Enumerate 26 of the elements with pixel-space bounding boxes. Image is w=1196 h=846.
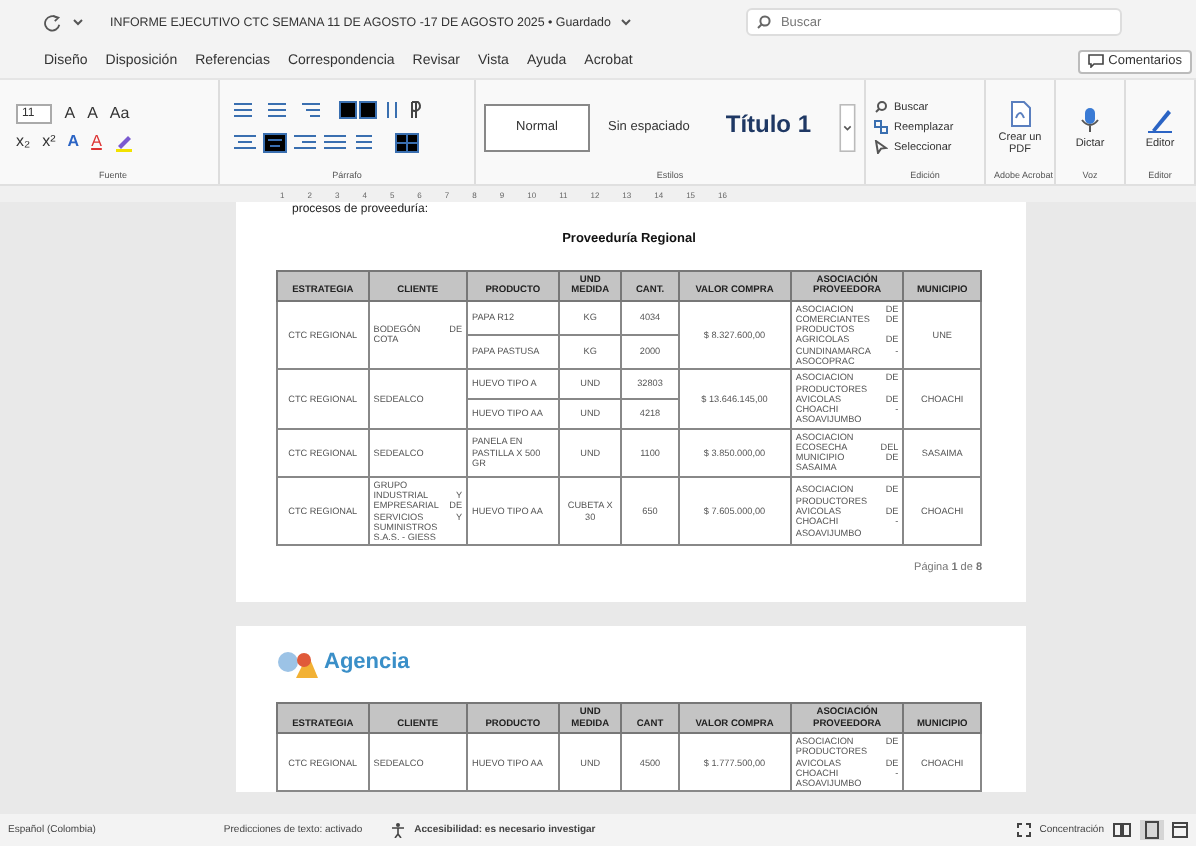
font-tool[interactable]: Aa <box>109 104 130 122</box>
redo-icon[interactable] <box>44 13 62 31</box>
font-tool[interactable]: A <box>91 132 102 150</box>
search-icon <box>874 100 888 114</box>
logo-text: Agencia <box>324 650 410 675</box>
highlighter-icon[interactable] <box>113 131 134 151</box>
print-layout-icon[interactable] <box>1140 820 1164 840</box>
comment-icon <box>1088 54 1105 68</box>
font-tool[interactable]: A <box>64 104 76 122</box>
accessibility-icon[interactable] <box>390 822 407 838</box>
chevron-icon[interactable] <box>620 16 633 28</box>
focus-icon[interactable] <box>1015 822 1032 838</box>
cursor-icon <box>874 140 888 154</box>
font-tool[interactable]: A <box>87 104 98 122</box>
font-tool[interactable]: A <box>67 132 80 150</box>
dropdown-icon[interactable] <box>72 16 84 28</box>
font-tool[interactable]: x² <box>42 132 56 150</box>
style-option[interactable]: Título 1 <box>707 99 830 147</box>
search-icon <box>756 14 773 30</box>
web-layout-icon[interactable] <box>1172 822 1188 838</box>
squares-icon <box>874 120 888 134</box>
microphone-icon <box>1076 105 1104 133</box>
font-tool[interactable]: x₂ <box>16 132 31 150</box>
document-icon <box>1006 99 1034 127</box>
pen-icon <box>1146 105 1174 133</box>
read-mode-icon[interactable] <box>1112 822 1132 838</box>
